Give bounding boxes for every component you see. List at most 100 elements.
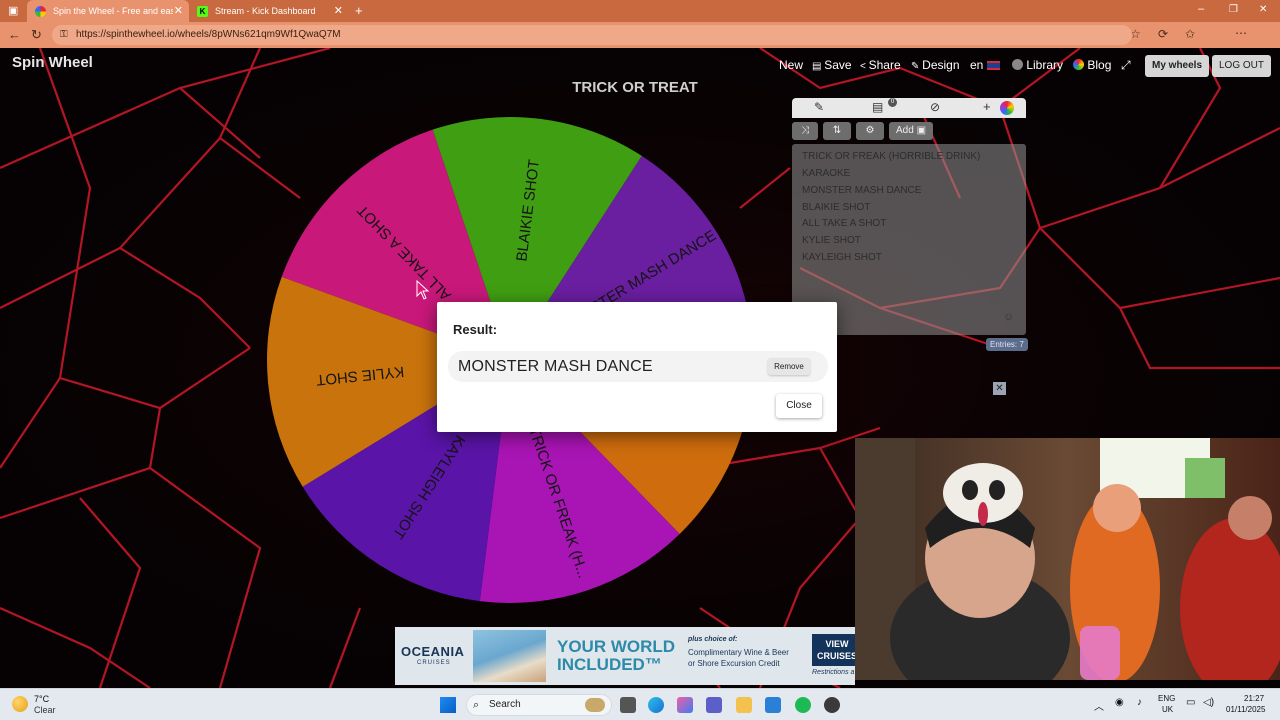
- browser-menu-icon[interactable]: ▣: [8, 4, 18, 17]
- ad-fine-print: Restrictions a: [812, 669, 855, 676]
- file-explorer-icon[interactable]: [736, 697, 752, 713]
- color-wheel-icon[interactable]: [1000, 101, 1014, 115]
- site-info-icon[interactable]: ⚿: [60, 25, 68, 45]
- ad-brand-subtitle: CRUISES: [417, 660, 451, 666]
- weather-moon-icon[interactable]: [12, 696, 28, 712]
- clock-date[interactable]: 01/11/2025: [1226, 705, 1265, 714]
- remove-button[interactable]: Remove: [768, 358, 810, 375]
- ad-cta-button[interactable]: VIEW CRUISES: [812, 634, 855, 666]
- add-image-button[interactable]: Add ▣: [889, 122, 933, 140]
- ad-banner[interactable]: OCEANIA CRUISES YOUR WORLD INCLUDED™ plu…: [395, 627, 855, 685]
- blog-label: Blog: [1087, 58, 1112, 72]
- tray-app-icon[interactable]: ◉: [1115, 697, 1124, 708]
- url-field[interactable]: ⚿ https://spinthewheel.io/wheels/8pWNs62…: [52, 25, 1132, 45]
- tab-spin-the-wheel[interactable]: Spin the Wheel - Free and easy-t ✕: [27, 0, 189, 22]
- logout-button[interactable]: LOG OUT: [1212, 55, 1272, 77]
- site-logo[interactable]: Spin Wheel: [12, 54, 93, 71]
- color-wheel-icon: [1073, 59, 1084, 70]
- new-link[interactable]: New: [779, 58, 803, 72]
- windows-start-icon[interactable]: [440, 697, 456, 713]
- search-icon: ⌕: [473, 699, 480, 711]
- ad-brand-logo: OCEANIA: [401, 644, 465, 659]
- blog-link[interactable]: Blog: [1073, 58, 1111, 72]
- new-tab-button[interactable]: +: [355, 3, 363, 18]
- tab-kick-dashboard[interactable]: K Stream - Kick Dashboard ✕: [189, 0, 349, 22]
- microphone-icon[interactable]: ♪: [1137, 697, 1142, 708]
- obs-icon[interactable]: [824, 697, 840, 713]
- spotify-icon[interactable]: [795, 697, 811, 713]
- image-icon: ▣: [916, 125, 927, 136]
- ad-headline-1: YOUR WORLD: [557, 637, 676, 656]
- share-label: Share: [868, 58, 901, 72]
- gear-icon[interactable]: ⚙: [856, 122, 884, 140]
- taskbar-search[interactable]: ⌕ Search: [466, 694, 612, 716]
- search-label: Search: [489, 699, 521, 710]
- entry-line: ALL TAKE A SHOT: [802, 218, 887, 229]
- browser-tab-bar: ▣ Spin the Wheel - Free and easy-t ✕ K S…: [0, 0, 1280, 22]
- teams-icon[interactable]: [706, 697, 722, 713]
- share-icon: <: [860, 61, 869, 72]
- library-link[interactable]: Library: [1012, 58, 1063, 72]
- result-heading: Result:: [453, 322, 498, 337]
- close-tab-icon[interactable]: ✕: [334, 4, 343, 17]
- design-label: Design: [922, 58, 960, 72]
- mouse-cursor-icon: [416, 280, 430, 300]
- url-text: https://spinthewheel.io/wheels/8pWNs621q…: [76, 29, 341, 40]
- result-value: MONSTER MASH DANCE: [458, 358, 653, 375]
- shuffle-button[interactable]: ⤨: [792, 122, 818, 140]
- wheel-title: TRICK OR TREAT: [572, 79, 698, 96]
- webcam-overlay: [855, 438, 1280, 680]
- emoji-icon[interactable]: ☺: [1003, 311, 1014, 323]
- minimize-button[interactable]: –: [1198, 3, 1204, 15]
- library-label: Library: [1026, 58, 1064, 72]
- taskbar: 7°C Clear ⌕ Search ︿ ◉ ♪ ENG UK ▭ ◁) 21:…: [0, 688, 1280, 720]
- copilot-app-icon[interactable]: [677, 697, 693, 713]
- close-tab-icon[interactable]: ✕: [174, 4, 183, 17]
- editor-tab-bar: ✎ ▤ 0 ⊘ +: [792, 98, 1026, 118]
- reload-icon[interactable]: ↻: [31, 27, 42, 43]
- tab-title: Spin the Wheel - Free and easy-t: [53, 6, 173, 16]
- task-view-icon[interactable]: [620, 697, 636, 713]
- language-indicator[interactable]: ENG: [1158, 694, 1175, 703]
- keyboard-layout[interactable]: UK: [1162, 705, 1173, 714]
- results-count-badge: 0: [888, 98, 897, 107]
- result-dialog: Result: MONSTER MASH DANCE Remove Close: [437, 302, 837, 432]
- uk-flag-icon: [986, 61, 1000, 70]
- favorites-icon[interactable]: ✩: [1185, 27, 1195, 41]
- back-arrow-icon[interactable]: ←: [8, 27, 21, 42]
- entry-line: BLAIKIE SHOT: [802, 202, 871, 213]
- entry-line: KAYLEIGH SHOT: [802, 252, 882, 263]
- ad-line-1: plus choice of:: [688, 636, 738, 643]
- clipboard-icon[interactable]: ▤: [872, 100, 883, 114]
- my-wheels-button[interactable]: My wheels: [1145, 55, 1210, 77]
- clock-time[interactable]: 21:27: [1244, 694, 1264, 703]
- edge-browser-icon[interactable]: [648, 697, 664, 713]
- save-link[interactable]: ▤ Save: [812, 58, 852, 72]
- close-button[interactable]: Close: [776, 394, 822, 418]
- close-window-button[interactable]: ✕: [1259, 4, 1267, 15]
- tab-title: Stream - Kick Dashboard: [215, 6, 316, 16]
- maximize-button[interactable]: ❐: [1229, 4, 1238, 15]
- sort-button[interactable]: ⇅: [823, 122, 851, 140]
- volume-icon[interactable]: ◁): [1203, 697, 1214, 708]
- weather-temperature[interactable]: 7°C: [34, 694, 49, 704]
- ad-headline-2: INCLUDED™: [557, 655, 662, 674]
- tray-chevron-icon[interactable]: ︿: [1094, 698, 1104, 713]
- entry-line: MONSTER MASH DANCE: [802, 185, 922, 196]
- pencil-icon[interactable]: ✎: [814, 100, 824, 114]
- weather-description[interactable]: Clear: [34, 705, 56, 715]
- entries-count-badge: Entries: 7: [986, 338, 1028, 351]
- ad-photo: [473, 630, 546, 682]
- share-link[interactable]: < Share: [860, 58, 901, 72]
- add-wheel-button[interactable]: +: [983, 99, 991, 114]
- ad-close-icon[interactable]: ✕: [993, 382, 1006, 395]
- network-icon[interactable]: ▭: [1186, 697, 1195, 708]
- eye-off-icon[interactable]: ⊘: [930, 100, 940, 114]
- more-menu-icon[interactable]: ⋯: [1235, 26, 1247, 40]
- result-row: MONSTER MASH DANCE Remove: [448, 351, 828, 382]
- language-selector[interactable]: en: [970, 58, 1000, 72]
- design-link[interactable]: ✎ Design: [911, 58, 960, 72]
- store-icon[interactable]: [765, 697, 781, 713]
- fullscreen-icon[interactable]: ⤢: [1121, 58, 1131, 73]
- extensions-icon[interactable]: ⟳: [1158, 27, 1168, 41]
